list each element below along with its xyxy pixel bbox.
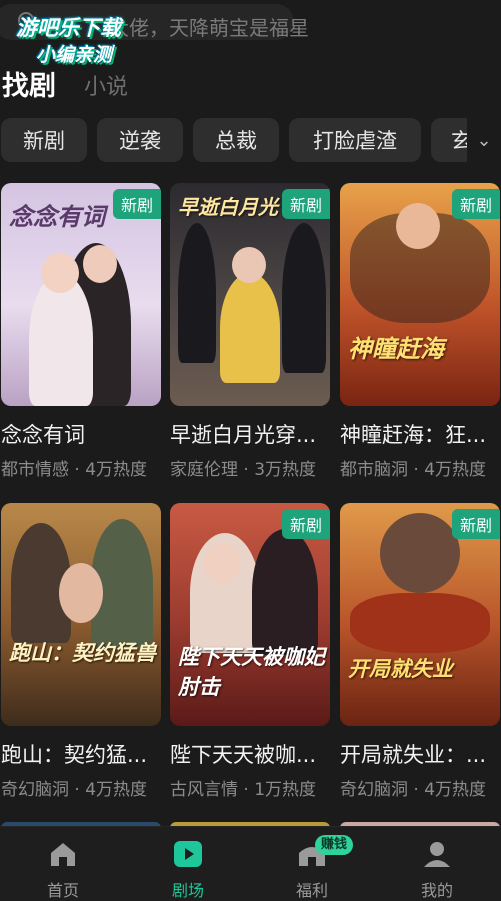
earn-money-badge: 赚钱 <box>315 835 354 855</box>
drama-card[interactable]: 早逝白月光 新剧 早逝白月光穿... 家庭伦理 · 3万热度 <box>170 183 330 483</box>
new-badge: 新剧 <box>452 509 500 539</box>
nav-home[interactable]: 首页 <box>18 835 108 900</box>
chip-counterattack[interactable]: 逆袭 <box>97 118 183 162</box>
top-bar: 大佬，天降萌宝是福星 游吧乐下载 小编亲测 <box>0 0 501 66</box>
drama-meta: 家庭伦理 · 3万热度 <box>170 460 317 480</box>
drama-card[interactable]: 神瞳赶海 新剧 神瞳赶海：狂... 都市脑洞 · 4万热度 <box>340 183 500 483</box>
nav-welfare-label: 福利 <box>295 881 328 900</box>
category-chips: 新剧 逆袭 总裁 打脸虐渣 玄 ⌄ <box>0 118 501 164</box>
nav-profile[interactable]: 我的 <box>392 835 482 900</box>
play-icon <box>174 841 202 867</box>
drama-card[interactable]: 开局就失业 新剧 开局就失业：... 奇幻脑洞 · 4万热度 <box>340 503 500 803</box>
chip-face-slap[interactable]: 打脸虐渣 <box>289 118 421 162</box>
poster-title: 跑山：契约猛兽 <box>9 640 156 665</box>
poster-title: 念念有词 <box>9 202 105 231</box>
profile-icon <box>424 842 450 867</box>
drama-title: 神瞳赶海：狂... <box>340 423 487 447</box>
nav-theater[interactable]: 剧场 <box>143 835 233 900</box>
drama-poster[interactable]: 陛下天天被咖妃肘击 新剧 <box>170 503 330 726</box>
watermark-line-1: 游吧乐下载 <box>16 16 121 40</box>
new-badge: 新剧 <box>452 189 500 219</box>
drama-card[interactable]: 跑山：契约猛兽 跑山：契约猛... 奇幻脑洞 · 4万热度 <box>1 503 161 803</box>
watermark-line-2: 小编亲测 <box>36 44 113 66</box>
drama-card[interactable]: 念念有词 新剧 念念有词 都市情感 · 4万热度 <box>1 183 161 483</box>
new-badge: 新剧 <box>113 189 161 219</box>
nav-home-label: 首页 <box>46 881 79 900</box>
home-icon <box>51 843 75 866</box>
drama-poster[interactable]: 开局就失业 新剧 <box>340 503 500 726</box>
drama-meta: 都市情感 · 4万热度 <box>1 460 148 480</box>
chip-new[interactable]: 新剧 <box>1 118 87 162</box>
poster-title: 陛下天天被咖妃肘击 <box>178 644 325 699</box>
drama-poster[interactable]: 跑山：契约猛兽 <box>1 503 161 726</box>
poster-title: 早逝白月光 <box>178 195 278 219</box>
drama-card[interactable]: 陛下天天被咖妃肘击 新剧 陛下天天被咖... 古风言情 · 1万热度 <box>170 503 330 803</box>
drama-poster[interactable]: 念念有词 新剧 <box>1 183 161 406</box>
drama-title: 跑山：契约猛... <box>1 743 148 767</box>
poster-title: 开局就失业 <box>348 656 453 681</box>
drama-title: 开局就失业：... <box>340 743 487 767</box>
chevron-down-icon[interactable]: ⌄ <box>467 118 501 162</box>
nav-profile-label: 我的 <box>420 881 453 900</box>
nav-theater-label: 剧场 <box>171 881 204 900</box>
drama-meta: 奇幻脑洞 · 4万热度 <box>340 780 487 800</box>
drama-poster[interactable]: 神瞳赶海 新剧 <box>340 183 500 406</box>
drama-meta: 古风言情 · 1万热度 <box>170 780 317 800</box>
drama-meta: 都市脑洞 · 4万热度 <box>340 460 487 480</box>
new-badge: 新剧 <box>282 189 330 219</box>
poster-title: 神瞳赶海 <box>348 334 444 363</box>
chip-ceo[interactable]: 总裁 <box>193 118 279 162</box>
bottom-navigation: 首页 剧场 赚钱 福利 我的 <box>0 826 501 901</box>
tab-novel[interactable]: 小说 <box>84 69 128 101</box>
watermark-logo: 游吧乐下载 小编亲测 <box>6 8 146 66</box>
nav-welfare[interactable]: 赚钱 福利 <box>267 835 357 900</box>
tab-find-drama[interactable]: 找剧 <box>2 64 56 103</box>
drama-title: 陛下天天被咖... <box>170 743 317 767</box>
drama-meta: 奇幻脑洞 · 4万热度 <box>1 780 148 800</box>
new-badge: 新剧 <box>282 509 330 539</box>
drama-title: 念念有词 <box>1 423 85 447</box>
drama-title: 早逝白月光穿... <box>170 423 317 447</box>
drama-poster[interactable]: 早逝白月光 新剧 <box>170 183 330 406</box>
